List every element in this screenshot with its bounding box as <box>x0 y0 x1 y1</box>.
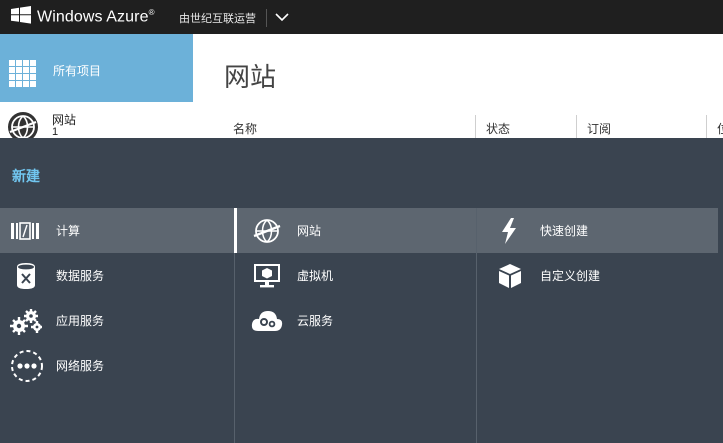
app-services-icon <box>10 307 42 335</box>
brand-name: Windows Azure <box>37 8 149 26</box>
divider <box>266 9 267 27</box>
category-label: 数据服务 <box>56 269 105 283</box>
category-compute[interactable]: 计算 <box>0 208 234 253</box>
service-virtual-machine[interactable]: 虚拟机 <box>235 253 476 298</box>
new-drawer-title: 新建 <box>12 168 40 184</box>
tenant-label: 由世纪互联运营 <box>179 13 256 25</box>
quick-create[interactable]: 快速创建 <box>477 208 718 253</box>
service-label: 云服务 <box>297 314 334 328</box>
chevron-down-icon[interactable] <box>275 10 289 24</box>
category-label: 网络服务 <box>56 359 105 373</box>
sidebar-item-websites[interactable]: 网站 1 <box>0 102 193 142</box>
column-header-status[interactable]: 状态 <box>486 120 510 137</box>
column-divider <box>576 115 577 138</box>
custom-create[interactable]: 自定义创建 <box>477 253 718 298</box>
website-globe-icon <box>253 217 281 245</box>
service-label: 网站 <box>297 224 322 238</box>
lightning-icon <box>499 217 519 244</box>
action-label: 快速创建 <box>540 224 589 238</box>
category-data-services[interactable]: 数据服务 <box>0 253 234 298</box>
column-header-location[interactable]: 位 <box>717 120 723 137</box>
cloud-service-icon <box>251 309 283 333</box>
selection-indicator <box>234 208 237 253</box>
new-drawer: 新建 计算 数据服务 应用服务 网络服务 网站 虚拟机 云服务 快速创建 自定义… <box>0 138 723 443</box>
virtual-machine-icon <box>254 263 280 288</box>
service-website[interactable]: 网站 <box>235 208 476 253</box>
service-cloud-service[interactable]: 云服务 <box>235 298 476 343</box>
registered-mark: ® <box>148 7 155 17</box>
column-header-subscription[interactable]: 订阅 <box>587 120 611 137</box>
category-app-services[interactable]: 应用服务 <box>0 298 234 343</box>
category-network-services[interactable]: 网络服务 <box>0 343 234 388</box>
column-divider <box>475 115 476 138</box>
network-services-icon <box>10 349 44 383</box>
grid-icon <box>9 60 37 93</box>
category-label: 计算 <box>56 224 81 238</box>
windows-logo-icon <box>11 5 31 29</box>
package-icon <box>497 263 523 289</box>
action-label: 自定义创建 <box>540 269 601 283</box>
page-title: 网站 <box>224 62 277 92</box>
sidebar-item-all-items[interactable]: 所有项目 <box>0 34 193 102</box>
category-label: 应用服务 <box>56 314 105 328</box>
column-header-name[interactable]: 名称 <box>233 120 257 137</box>
sidebar-item-label: 所有项目 <box>53 64 102 78</box>
data-services-icon <box>14 262 38 289</box>
brand[interactable]: Windows Azure® <box>11 5 155 29</box>
top-bar: Windows Azure® 由世纪互联运营 <box>0 0 723 34</box>
column-divider <box>706 115 707 138</box>
compute-icon <box>11 221 39 240</box>
service-label: 虚拟机 <box>297 269 334 283</box>
